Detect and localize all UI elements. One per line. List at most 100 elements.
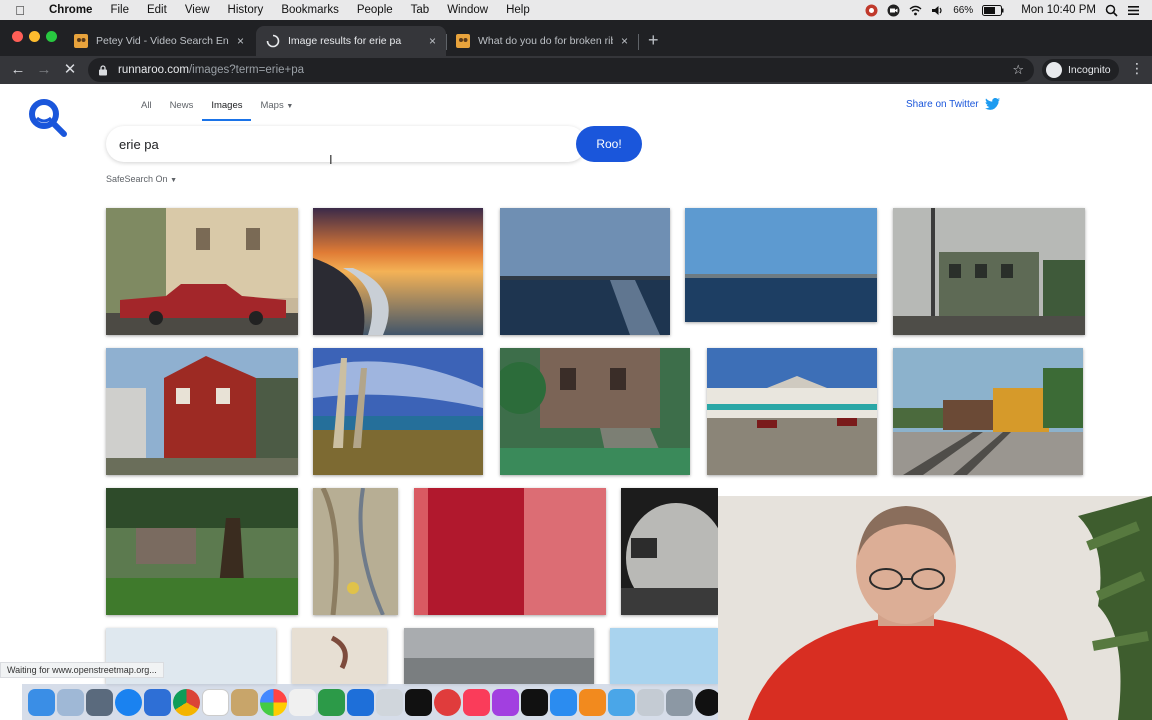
stop-loading-icon[interactable]: ✕ (60, 60, 80, 80)
tab-news[interactable]: News (161, 98, 203, 121)
menu-file[interactable]: File (101, 4, 138, 16)
webcam-person-image (718, 486, 1152, 720)
forward-arrow-icon[interactable]: → (34, 60, 54, 80)
tab-title: What do you do for broken rib (478, 35, 613, 47)
menu-tab[interactable]: Tab (402, 4, 439, 16)
clock[interactable]: Mon 10:40 PM (1021, 4, 1096, 16)
launchpad-icon[interactable] (86, 688, 113, 716)
image-result-airstream-trailer[interactable] (621, 488, 718, 615)
menu-extras: 66% Mon 10:40 PM (865, 4, 1152, 17)
share-label: Share on Twitter (906, 98, 979, 110)
loading-status: Waiting for www.openstreetmap.org... (0, 662, 164, 678)
folder-icon[interactable] (637, 688, 664, 716)
image-result-brick-building[interactable] (893, 208, 1085, 335)
tab-divider (446, 34, 447, 50)
image-result-row4-2[interactable] (292, 628, 387, 684)
terminal-icon[interactable] (405, 688, 432, 716)
url-text[interactable]: runnaroo.com/images?term=erie+pa (118, 64, 304, 76)
tab-divider (638, 34, 639, 50)
search-input[interactable] (106, 126, 506, 162)
incognito-badge[interactable]: Incognito (1042, 59, 1119, 81)
mail-icon[interactable] (144, 688, 171, 716)
chrome-menu-icon[interactable]: ⋮ (1130, 60, 1144, 77)
preview-icon[interactable] (57, 688, 84, 716)
menu-history[interactable]: History (219, 4, 273, 16)
wifi-icon[interactable] (909, 4, 922, 17)
lock-icon[interactable] (98, 64, 108, 76)
image-result-lake-erie[interactable] (685, 208, 877, 322)
tab-petey-vid[interactable]: Petey Vid - Video Search Engi × (64, 26, 254, 56)
petey-vid-favicon-icon (456, 34, 470, 48)
record-icon[interactable] (865, 4, 878, 17)
tab-close-icon[interactable]: × (429, 34, 436, 48)
menu-view[interactable]: View (176, 4, 219, 16)
reminders-icon[interactable] (289, 688, 316, 716)
chrome-icon[interactable] (173, 688, 200, 716)
image-result-red-house[interactable] (106, 348, 298, 475)
image-result-red-car[interactable] (106, 208, 298, 335)
tab-images[interactable]: Images (202, 98, 252, 121)
tab-strip: Petey Vid - Video Search Engi × Image re… (0, 20, 1152, 56)
safari-icon[interactable] (115, 688, 142, 716)
minimize-window-button[interactable] (29, 31, 40, 42)
search-roo-button[interactable]: Roo! (576, 126, 642, 162)
notification-center-icon[interactable] (1127, 4, 1140, 17)
tab-all[interactable]: All (132, 98, 161, 121)
menu-bookmarks[interactable]: Bookmarks (272, 4, 348, 16)
volume-icon[interactable] (931, 4, 944, 17)
apple-tv-icon[interactable] (521, 688, 548, 716)
image-result-white-building[interactable] (707, 348, 877, 475)
image-result-map-texture[interactable] (313, 488, 398, 615)
tab-close-icon[interactable]: × (621, 34, 628, 48)
keynote-icon[interactable] (347, 688, 374, 716)
image-result-row4-4[interactable] (610, 628, 718, 684)
menu-window[interactable]: Window (438, 4, 497, 16)
back-arrow-icon[interactable]: ← (8, 60, 28, 80)
image-result-old-house-steps[interactable] (500, 348, 690, 475)
photos-icon[interactable] (260, 688, 287, 716)
bookmark-star-icon[interactable]: ☆ (1012, 62, 1024, 78)
numbers-icon[interactable] (318, 688, 345, 716)
menu-help[interactable]: Help (497, 4, 539, 16)
tab-maps[interactable]: Maps ▼ (251, 98, 302, 121)
share-on-twitter-link[interactable]: Share on Twitter (906, 98, 1000, 110)
zoom-window-button[interactable] (46, 31, 57, 42)
image-result-tree-shoreline[interactable] (313, 348, 483, 475)
tab-close-icon[interactable]: × (237, 34, 244, 48)
url-domain: runnaroo.com (118, 64, 189, 76)
new-tab-button[interactable]: + (648, 30, 659, 51)
image-result-lake-view[interactable] (500, 208, 670, 335)
finder-icon[interactable] (28, 688, 55, 716)
downloads-icon[interactable] (666, 688, 693, 716)
camera-icon[interactable] (887, 4, 900, 17)
macos-menu-bar:  Chrome File Edit View History Bookmark… (0, 0, 1152, 20)
close-window-button[interactable] (12, 31, 23, 42)
tab-image-results[interactable]: Image results for erie pa × (256, 26, 446, 56)
spotlight-search-icon[interactable] (1105, 4, 1118, 17)
messages-icon[interactable] (608, 688, 635, 716)
image-result-red-wall[interactable] (414, 488, 606, 615)
image-result-train[interactable] (893, 348, 1083, 475)
image-result-row4-3[interactable] (404, 628, 594, 684)
address-bar[interactable]: runnaroo.com/images?term=erie+pa ☆ (88, 58, 1034, 82)
menu-people[interactable]: People (348, 4, 402, 16)
menu-chrome[interactable]: Chrome (40, 4, 101, 16)
tab-broken-rib[interactable]: What do you do for broken rib × (446, 26, 638, 56)
notes-icon[interactable] (231, 688, 258, 716)
image-result-sunset-beach[interactable] (313, 208, 483, 335)
apple-icon[interactable]:  (0, 3, 40, 18)
runnaroo-logo-icon[interactable] (26, 96, 68, 138)
podcasts-icon[interactable] (492, 688, 519, 716)
app-store-icon[interactable] (550, 688, 577, 716)
music-icon[interactable] (463, 688, 490, 716)
battery-icon[interactable] (982, 4, 1004, 16)
books-icon[interactable] (579, 688, 606, 716)
menu-edit[interactable]: Edit (138, 4, 176, 16)
no-entry-icon[interactable] (434, 688, 461, 716)
calendar-icon[interactable] (202, 688, 229, 716)
safesearch-toggle[interactable]: SafeSearch On ▼ (106, 174, 177, 184)
webcam-overlay (718, 486, 1152, 720)
text-cursor-icon: I (329, 152, 333, 167)
image-result-tree-street[interactable] (106, 488, 298, 615)
system-preferences-icon[interactable] (376, 688, 403, 716)
